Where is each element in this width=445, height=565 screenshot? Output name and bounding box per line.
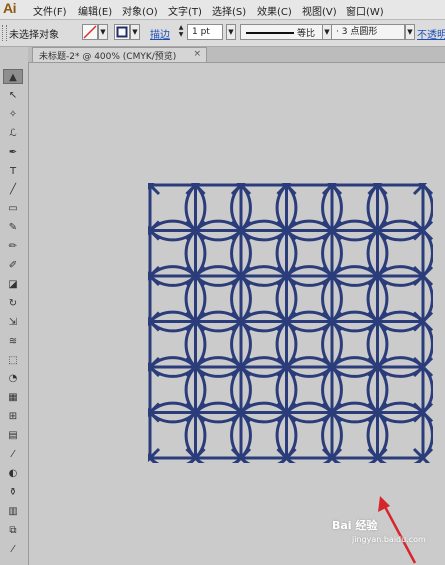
selection-status: 未选择对象: [9, 30, 59, 41]
document-tab-strip: 未标题-2* @ 400% (CMYK/预览) ×: [28, 47, 445, 63]
line-icon: ╱: [9, 184, 17, 196]
app-logo: Ai: [3, 0, 17, 16]
pen-tool[interactable]: ✒: [3, 145, 23, 160]
artboard-icon: ⧉: [9, 524, 17, 536]
stroke-weight-dropdown[interactable]: ▼: [226, 24, 236, 40]
menu-type[interactable]: 文字(T): [168, 3, 202, 18]
direct-selection-tool[interactable]: ↖: [3, 88, 23, 103]
menu-view[interactable]: 视图(V): [302, 3, 337, 18]
menu-effect[interactable]: 效果(C): [257, 3, 292, 18]
stroke-swatch[interactable]: [114, 24, 130, 40]
stroke-square-icon: [116, 26, 128, 38]
slice-icon: ⁄: [12, 543, 14, 555]
artboard-tool[interactable]: ⧉: [3, 523, 23, 538]
perspective-grid-icon: ▦: [8, 392, 18, 404]
perspective-grid-tool[interactable]: ▦: [3, 390, 23, 405]
warp-icon: ≋: [8, 335, 18, 347]
magic-wand-icon: ✧: [8, 108, 18, 120]
mesh-icon: ⊞: [8, 411, 18, 423]
warp-tool[interactable]: ≋: [3, 334, 23, 349]
shape-builder-tool[interactable]: ◔: [3, 371, 23, 386]
stroke-weight-field[interactable]: 1 pt: [187, 24, 223, 40]
selection-icon: ▲: [9, 72, 17, 83]
column-graph-icon: ▥: [8, 505, 18, 517]
brush-label: 3 点圆形: [341, 27, 378, 37]
document-title: 未标题-2* @ 400% (CMYK/预览): [39, 52, 177, 62]
pattern-artwork[interactable]: [148, 183, 433, 463]
menu-edit[interactable]: 编辑(E): [78, 3, 112, 18]
rectangle-tool[interactable]: ▭: [3, 201, 23, 216]
stroke-dropdown[interactable]: ▼: [130, 24, 140, 40]
fill-dropdown[interactable]: ▼: [98, 24, 108, 40]
type-tool[interactable]: T: [3, 164, 23, 179]
fill-swatch[interactable]: [82, 24, 98, 40]
line-tool[interactable]: ╱: [3, 182, 23, 197]
lasso-icon: ℒ: [9, 127, 17, 139]
type-icon: T: [9, 165, 17, 177]
scale-icon: ⇲: [8, 316, 18, 328]
eyedropper-tool[interactable]: ⁄: [3, 447, 23, 462]
menu-window[interactable]: 窗口(W): [346, 3, 384, 18]
gradient-tool[interactable]: ▤: [3, 428, 23, 443]
stroke-spinner-icon[interactable]: ▲ ▼: [177, 24, 185, 40]
column-graph-tool[interactable]: ▥: [3, 504, 23, 519]
blob-brush-tool[interactable]: ✐: [3, 258, 23, 273]
menu-file[interactable]: 文件(F): [33, 3, 67, 18]
watermark-url: jingyan.baidu.com: [352, 535, 426, 544]
symbol-sprayer-icon: ⚱: [8, 486, 18, 498]
selection-tool[interactable]: ▲: [3, 69, 23, 84]
control-bar: 未选择对象 ▼ ▼ 描边 ▲ ▼ 1 pt ▼ 等比 ▼ · 3 点圆形 ▼ 不透…: [0, 20, 445, 47]
tools-panel: ▲ ↖ ✧ ℒ ✒ T ╱ ▭ ✎ ✏ ✐ ◪ ↻ ⇲ ≋ ⬚ ◔ ▦ ⊞ ▤ ⁄ ◐ ⚱ ▥ ⧉ ⁄: [0, 47, 29, 565]
pen-icon: ✒: [8, 146, 18, 158]
brush-dropdown[interactable]: ▼: [405, 24, 415, 40]
panel-grip[interactable]: [2, 25, 7, 41]
menu-select[interactable]: 选择(S): [212, 3, 246, 18]
pencil-tool[interactable]: ✏: [3, 239, 23, 254]
document-tab[interactable]: 未标题-2* @ 400% (CMYK/预览) ×: [32, 47, 207, 62]
watermark-logo: Bai 经验: [332, 519, 378, 532]
free-transform-icon: ⬚: [8, 354, 18, 366]
free-transform-tool[interactable]: ⬚: [3, 353, 23, 368]
paintbrush-tool[interactable]: ✎: [3, 220, 23, 235]
profile-label: 等比: [297, 29, 316, 39]
none-swatch-icon: [83, 25, 97, 39]
eyedropper-icon: ⁄: [12, 449, 14, 460]
close-tab-icon[interactable]: ×: [193, 49, 201, 59]
brush-definition[interactable]: · 3 点圆形: [331, 24, 405, 40]
rectangle-icon: ▭: [8, 203, 18, 215]
pencil-icon: ✏: [8, 241, 18, 253]
lasso-tool[interactable]: ℒ: [3, 126, 23, 141]
eraser-icon: ◪: [8, 278, 18, 290]
brush-dot-icon: ·: [336, 27, 339, 37]
gradient-icon: ▤: [8, 430, 18, 442]
rotate-icon: ↻: [8, 297, 18, 309]
menu-object[interactable]: 对象(O): [122, 3, 158, 18]
mesh-tool[interactable]: ⊞: [3, 409, 23, 424]
scale-tool[interactable]: ⇲: [3, 315, 23, 330]
blend-icon: ◐: [8, 467, 18, 479]
shape-builder-icon: ◔: [8, 373, 18, 385]
symbol-sprayer-tool[interactable]: ⚱: [3, 485, 23, 500]
profile-line-icon: [246, 32, 294, 34]
slice-tool[interactable]: ⁄: [3, 542, 23, 557]
paintbrush-icon: ✎: [8, 222, 18, 234]
blob-brush-icon: ✐: [8, 260, 18, 271]
eraser-tool[interactable]: ◪: [3, 277, 23, 292]
variable-width-profile[interactable]: 等比: [240, 24, 325, 40]
magic-wand-tool[interactable]: ✧: [3, 107, 23, 122]
direct-selection-icon: ↖: [8, 89, 18, 101]
menu-bar: Ai 文件(F) 编辑(E) 对象(O) 文字(T) 选择(S) 效果(C) 视…: [0, 0, 445, 20]
blend-tool[interactable]: ◐: [3, 466, 23, 481]
stroke-label[interactable]: 描边: [150, 26, 170, 41]
opacity-label[interactable]: 不透明: [417, 26, 445, 41]
rotate-tool[interactable]: ↻: [3, 296, 23, 311]
